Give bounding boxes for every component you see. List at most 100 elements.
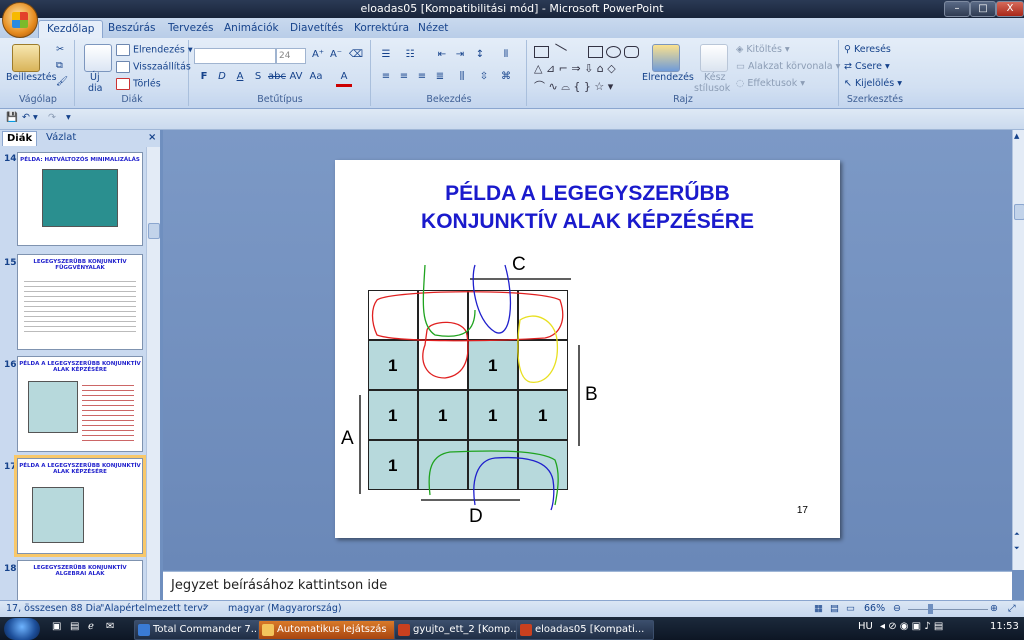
close-button[interactable]: X [996, 1, 1024, 17]
tab-home[interactable]: Kezdőlap [38, 20, 104, 38]
copy-icon[interactable]: ⧉ [56, 60, 63, 71]
taskbar-item[interactable]: Total Commander 7.... [134, 620, 272, 640]
oval-shape-icon[interactable] [606, 46, 621, 58]
font-name-dropdown[interactable] [194, 48, 276, 64]
tab-insert[interactable]: Beszúrás [100, 20, 164, 37]
format-painter-icon[interactable]: 🖌 [56, 76, 68, 87]
bullets-icon[interactable]: ☰ [378, 48, 394, 62]
language-indicator[interactable]: magyar (Magyarország) [228, 603, 342, 614]
quick-styles-label[interactable]: Kész [704, 72, 726, 83]
proofing-icon[interactable]: ✓ [202, 603, 210, 614]
strikethrough-icon[interactable]: abc [268, 70, 286, 84]
smartart-icon[interactable]: ⌘ [498, 70, 514, 84]
italic-icon[interactable]: D [214, 70, 230, 84]
shapes-row-3-icon[interactable]: ⌒ ∿ ⌓ { } ☆ ▾ [534, 78, 613, 94]
redo-icon[interactable]: ↷ [48, 112, 56, 123]
slide-thumbnail-selected[interactable]: PÉLDA A LEGEGYSZERŰBB KONJUNKTÍV ALAK KÉ… [14, 455, 146, 557]
cut-icon[interactable]: ✂ [56, 44, 64, 55]
line-shape-icon[interactable] [550, 43, 567, 60]
textbox-shape-icon[interactable] [534, 46, 549, 58]
taskbar-item[interactable]: gyujto_ett_2 [Komp... [394, 620, 532, 640]
maximize-button[interactable]: □ [970, 1, 996, 17]
customize-qat-icon[interactable]: ▾ [66, 112, 71, 123]
font-color-icon[interactable]: A [336, 70, 352, 87]
ie-icon[interactable]: ℯ [88, 621, 94, 632]
outlook-icon[interactable]: ✉ [106, 621, 114, 632]
tray-icons[interactable]: ◂ ⊘ ◉ ▣ ♪ ▤ [880, 621, 943, 632]
increase-indent-icon[interactable]: ⇥ [452, 48, 468, 62]
undo-icon[interactable]: ↶ ▾ [22, 112, 38, 123]
paste-icon[interactable] [12, 44, 40, 72]
shape-effects-button[interactable]: ◌ Effektusok ▾ [736, 78, 805, 89]
grow-font-icon[interactable]: A⁺ [310, 48, 326, 62]
clear-format-icon[interactable]: ⌫ [348, 48, 364, 62]
zoom-out-icon[interactable]: ⊖ [893, 603, 901, 614]
main-vertical-scrollbar[interactable]: ▲ ⏶ ⏷ [1012, 130, 1024, 570]
slide-thumbnail[interactable]: PÉLDA: HATVÁLTOZÓS MINIMALIZÁLÁS [17, 152, 143, 246]
slide-thumbnail[interactable]: LEGEGYSZERŰBB KONJUNKTÍV ALGEBRAI ALAK [17, 560, 143, 602]
normal-view-icon[interactable]: ▦ [814, 603, 823, 614]
shapes-row-2-icon[interactable]: △ ⊿ ⌐ ⇒ ⇩ ⌂ ◇ [534, 62, 616, 75]
tab-review[interactable]: Korrektúra [346, 20, 417, 37]
zoom-level[interactable]: 66% [864, 603, 885, 614]
justify-icon[interactable]: ≣ [432, 70, 448, 84]
taskbar-item[interactable]: Automatikus lejátszás [258, 620, 410, 640]
tab-slideshow[interactable]: Diavetítés [282, 20, 351, 37]
replace-button[interactable]: ⇄ Csere ▾ [844, 61, 890, 72]
quick-styles-label-2[interactable]: stílusok [694, 83, 730, 94]
bold-icon[interactable]: F [196, 70, 212, 84]
delete-button[interactable]: Törlés [116, 78, 161, 90]
tab-view[interactable]: Nézet [410, 20, 456, 37]
font-size-dropdown[interactable]: 24 [276, 48, 306, 64]
scrollbar-thumb[interactable] [1014, 204, 1024, 220]
fit-window-icon[interactable]: ⤢ [1008, 603, 1016, 614]
slide-thumbnail[interactable]: PÉLDA A LEGEGYSZERŰBB KONJUNKTÍV ALAK KÉ… [17, 356, 143, 452]
line-spacing-icon[interactable]: ↕ [472, 48, 488, 62]
tab-outline[interactable]: Vázlat [42, 131, 80, 145]
tab-animations[interactable]: Animációk [216, 20, 287, 37]
show-desktop-icon[interactable]: ▣ [52, 621, 61, 632]
zoom-slider[interactable] [908, 609, 988, 610]
scrollbar-thumb[interactable] [148, 223, 160, 239]
arrange-button[interactable]: Elrendezés [642, 72, 694, 83]
explorer-icon[interactable]: ▤ [70, 621, 79, 632]
slide-thumbnail[interactable]: LEGEGYSZERŰBB KONJUNKTÍV FÜGGVÉNYALAK [17, 254, 143, 350]
align-text-icon[interactable]: ⇳ [476, 70, 492, 84]
tab-design[interactable]: Tervezés [160, 20, 222, 37]
clock[interactable]: 11:53 [990, 621, 1019, 632]
taskbar-item[interactable]: eloadas05 [Kompati... [516, 620, 654, 640]
align-center-icon[interactable]: ≡ [396, 70, 412, 84]
rounded-rect-shape-icon[interactable] [624, 46, 639, 58]
change-case-icon[interactable]: Aa [308, 70, 324, 84]
slide-canvas[interactable]: PÉLDA A LEGEGYSZERŰBB KONJUNKTÍV ALAK KÉ… [335, 160, 840, 538]
columns-icon[interactable]: ⫼ [454, 70, 470, 84]
minimize-button[interactable]: – [944, 1, 970, 17]
zoom-slider-handle[interactable] [928, 604, 933, 614]
arrange-icon[interactable] [652, 44, 680, 72]
select-button[interactable]: ↖ Kijelölés ▾ [844, 78, 902, 89]
slide-sorter-icon[interactable]: ▤ [830, 603, 839, 614]
shadow-icon[interactable]: S [250, 70, 266, 84]
save-icon[interactable]: 💾 [6, 112, 18, 123]
new-slide-label-2[interactable]: dia [88, 83, 103, 94]
notes-pane[interactable]: Jegyzet beírásához kattintson ide [163, 571, 1012, 600]
rectangle-shape-icon[interactable] [588, 46, 603, 58]
new-slide-label[interactable]: Új [90, 72, 100, 83]
new-slide-icon[interactable] [84, 44, 112, 72]
align-right-icon[interactable]: ≡ [414, 70, 430, 84]
text-direction-icon[interactable]: ⫴ [498, 48, 514, 62]
slides-pane-scrollbar[interactable] [146, 147, 160, 600]
office-button[interactable] [2, 2, 38, 38]
find-button[interactable]: ⚲ Keresés [844, 44, 891, 55]
prev-slide-icon[interactable]: ⏶ [1014, 530, 1020, 539]
zoom-in-icon[interactable]: ⊕ [990, 603, 998, 614]
start-button[interactable] [4, 618, 40, 640]
align-left-icon[interactable]: ≡ [378, 70, 394, 84]
paste-button[interactable]: Beillesztés [6, 72, 57, 83]
shape-fill-button[interactable]: ◈ Kitöltés ▾ [736, 44, 790, 55]
underline-icon[interactable]: A [232, 70, 248, 84]
scroll-up-icon[interactable]: ▲ [1014, 132, 1023, 140]
decrease-indent-icon[interactable]: ⇤ [434, 48, 450, 62]
next-slide-icon[interactable]: ⏷ [1014, 544, 1020, 553]
shape-outline-button[interactable]: ▭ Alakzat körvonala ▾ [736, 61, 840, 72]
